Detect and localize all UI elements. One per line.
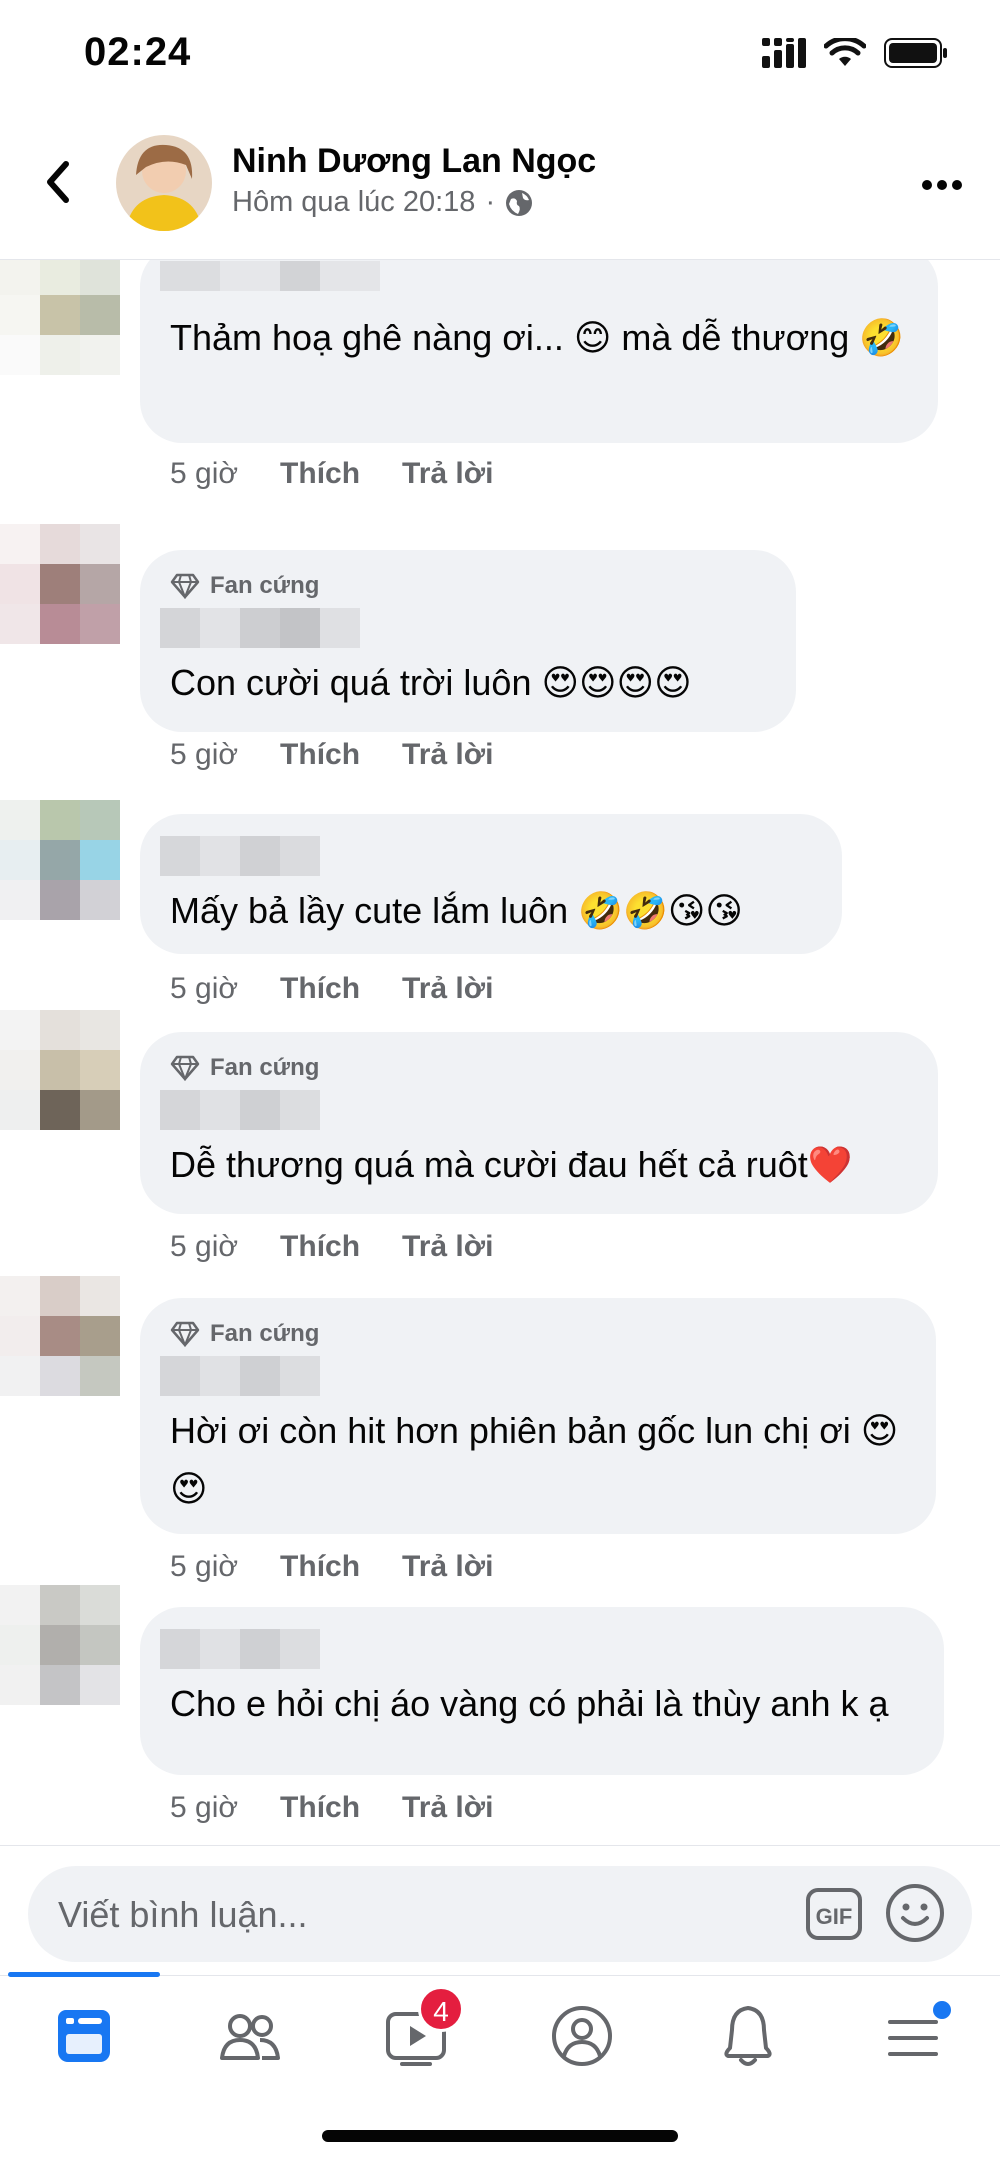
status-bar: 02:24 [0,0,1000,110]
commenter-avatar[interactable] [0,524,120,644]
notifications-icon[interactable] [708,1996,788,2076]
post-header: Ninh Dương Lan Ngọc Hôm qua lúc 20:18 · [0,110,1000,260]
commenter-avatar[interactable] [0,800,120,920]
fan-badge-label: Fan cứng [210,572,320,599]
like-button[interactable]: Thích [280,1230,360,1264]
comment-text: Con cười quá trời luôn 😍😍😍😍 [170,654,766,712]
commenter-avatar[interactable] [0,1010,120,1130]
comment-input[interactable]: Viết bình luận... GIF [28,1866,972,1962]
svg-text:GIF: GIF [816,1904,853,1929]
comment-text-content: Cho e hỏi chị áo vàng có phải là thùy an… [170,1683,889,1724]
comment-text: Cho e hỏi chị áo vàng có phải là thùy an… [170,1675,914,1733]
fan-badge-label: Fan cứng [210,1320,320,1347]
gif-icon[interactable]: GIF [804,1884,864,1944]
commenter-name-blurred [160,1356,906,1396]
comment-text: Dễ thương quá mà cười đau hết cả ruôt❤️ [170,1136,908,1194]
reply-button[interactable]: Trả lời [402,1791,493,1825]
commenter-name-blurred [160,1629,914,1669]
comment-composer-area: Viết bình luận... GIF [0,1845,1000,1975]
status-time: 02:24 [84,30,192,74]
commenter-avatar[interactable] [0,1585,120,1705]
comment-bubble[interactable]: Fan cứng Con cười quá trời luôn 😍😍😍😍 [140,550,796,732]
author-avatar[interactable] [116,135,212,231]
comment-text: Hời ơi còn hit hơn phiên bản gốc lun chị… [170,1402,906,1518]
comment-actions: 5 giờ Thích Trả lời [170,1791,493,1825]
comment-actions: 5 giờ Thích Trả lời [170,457,493,491]
comment-bubble[interactable]: Thảm hoạ ghê nàng ơi... 😊 mà dễ thương 🤣 [140,260,938,443]
profile-icon[interactable] [542,1996,622,2076]
commenter-avatar[interactable] [0,1276,120,1396]
back-icon[interactable] [36,152,80,212]
comment-text-content: Hời ơi còn hit hơn phiên bản gốc lun chị… [170,1410,899,1509]
comment-actions: 5 giờ Thích Trả lời [170,1230,493,1264]
comment-input-placeholder: Viết bình luận... [58,1894,308,1935]
comment-bubble[interactable]: Fan cứng Hời ơi còn hit hơn phiên bản gốc… [140,1298,936,1534]
comment-text: Thảm hoạ ghê nàng ơi... 😊 mà dễ thương 🤣 [170,309,908,367]
status-icons [762,38,948,68]
friends-icon[interactable] [210,1996,290,2076]
like-button[interactable]: Thích [280,457,360,491]
comment-time: 5 giờ [170,457,239,490]
commenter-avatar[interactable] [0,260,120,375]
battery-icon [884,38,947,68]
like-button[interactable]: Thích [280,1550,360,1584]
comment-time: 5 giờ [170,1550,239,1583]
fan-badge: Fan cứng [170,568,766,604]
diamond-icon [170,573,200,599]
home-indicator [322,2130,678,2142]
comment-text: Mấy bả lầy cute lắm luôn 🤣🤣😘😘 [170,882,812,940]
emoji-icon[interactable] [884,1882,946,1944]
comment-time: 5 giờ [170,738,239,771]
fan-badge: Fan cứng [170,1050,908,1086]
post-timestamp: Hôm qua lúc 20:18 [232,186,476,218]
fan-badge: Fan cứng [170,1316,906,1352]
commenter-name-blurred [160,608,766,648]
menu-icon[interactable] [876,1996,956,2076]
diamond-icon [170,1321,200,1347]
comment-text-content: Dễ thương quá mà cười đau hết cả ruôt❤️ [170,1144,853,1185]
watch-notification-badge: 4 [418,1986,464,2032]
active-tab-indicator [8,1972,160,1977]
reply-button[interactable]: Trả lời [402,738,493,772]
like-button[interactable]: Thích [280,972,360,1006]
comment-actions: 5 giờ Thích Trả lời [170,1550,493,1584]
comment-time: 5 giờ [170,1791,239,1824]
commenter-name-blurred [160,1090,908,1130]
comment-bubble[interactable]: Mấy bả lầy cute lắm luôn 🤣🤣😘😘 [140,814,842,954]
comment-bubble[interactable]: Fan cứng Dễ thương quá mà cười đau hết cả… [140,1032,938,1214]
meta-separator: · [485,186,496,218]
author-name[interactable]: Ninh Dương Lan Ngọc [232,142,596,181]
comment-bubble[interactable]: Cho e hỏi chị áo vàng có phải là thùy an… [140,1607,944,1775]
signal-icon [762,38,806,68]
diamond-icon [170,1055,200,1081]
comment-actions: 5 giờ Thích Trả lời [170,972,493,1006]
comment-text-content: Con cười quá trời luôn 😍😍😍😍 [170,662,692,703]
comment-text-content: Thảm hoạ ghê nàng ơi... 😊 mà dễ thương 🤣 [170,317,905,358]
reply-button[interactable]: Trả lời [402,1550,493,1584]
like-button[interactable]: Thích [280,1791,360,1825]
comment-time: 5 giờ [170,1230,239,1263]
comment-text-content: Mấy bả lầy cute lắm luôn 🤣🤣😘😘 [170,890,743,931]
globe-icon [506,189,533,216]
home-feed-icon[interactable] [44,1996,124,2076]
fan-badge-label: Fan cứng [210,1054,320,1081]
reply-button[interactable]: Trả lời [402,457,493,491]
more-options-icon[interactable] [920,170,964,200]
reply-button[interactable]: Trả lời [402,1230,493,1264]
post-meta: Hôm qua lúc 20:18 · [232,186,533,219]
commenter-name-blurred [160,261,908,291]
like-button[interactable]: Thích [280,738,360,772]
comment-time: 5 giờ [170,972,239,1005]
reply-button[interactable]: Trả lời [402,972,493,1006]
comment-list: Thảm hoạ ghê nàng ơi... 😊 mà dễ thương 🤣… [0,260,1000,1845]
comment-actions: 5 giờ Thích Trả lời [170,738,493,772]
wifi-icon [824,38,866,66]
commenter-name-blurred [160,836,812,876]
